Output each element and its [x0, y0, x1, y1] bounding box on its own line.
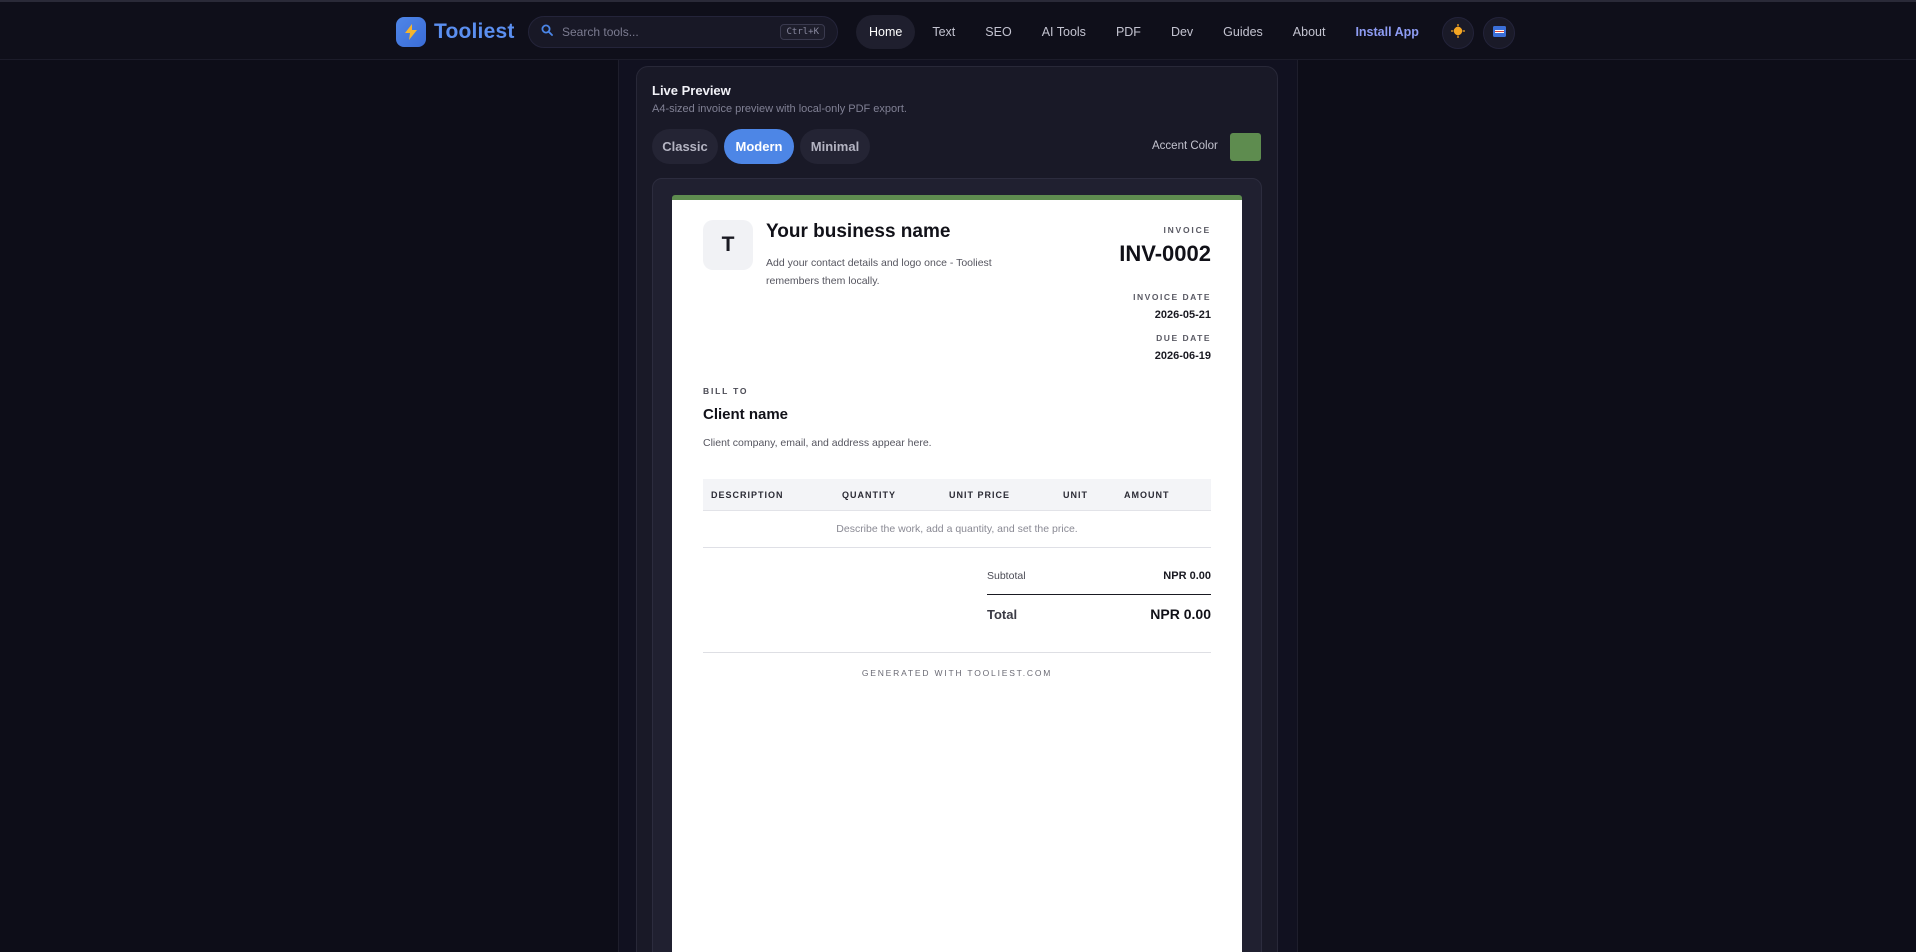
nav-dev[interactable]: Dev — [1158, 15, 1206, 49]
theme-toggle-button[interactable] — [1442, 17, 1474, 49]
template-modern-button[interactable]: Modern — [724, 129, 794, 164]
column-unit-price: UNIT PRICE — [949, 490, 1011, 500]
bolt-icon — [396, 17, 426, 47]
business-logo-placeholder: T — [703, 220, 753, 270]
column-quantity: QUANTITY — [842, 490, 896, 500]
search-shortcut-hint: Ctrl+K — [780, 24, 825, 40]
client-name: Client name — [703, 406, 789, 423]
nav-text[interactable]: Text — [919, 15, 968, 49]
line-items-header: DESCRIPTION QUANTITY UNIT PRICE UNIT AMO… — [703, 479, 1211, 511]
app-logo-link[interactable]: Tooliest — [396, 17, 515, 47]
footer-divider — [703, 652, 1211, 653]
total-value: NPR 0.00 — [1150, 606, 1211, 622]
nav-about[interactable]: About — [1280, 15, 1339, 49]
total-label: Total — [987, 607, 1018, 622]
live-preview-subtitle: A4-sized invoice preview with local-only… — [652, 103, 907, 115]
invoice-date: 2026-05-21 — [1154, 309, 1211, 321]
language-flag-icon — [1492, 24, 1506, 42]
invoice-label: INVOICE — [1163, 225, 1211, 235]
line-items-empty-row: Describe the work, add a quantity, and s… — [703, 511, 1211, 548]
invoice-date-label: INVOICE DATE — [1133, 292, 1211, 302]
top-navigation-bar: Tooliest Search tools... Ctrl+K Home Tex… — [0, 0, 1916, 60]
invoice-number: INV-0002 — [1119, 241, 1211, 266]
live-preview-title: Live Preview — [652, 83, 731, 98]
client-details-hint: Client company, email, and address appea… — [703, 437, 932, 449]
due-date: 2026-06-19 — [1154, 350, 1211, 362]
nav-guides[interactable]: Guides — [1210, 15, 1276, 49]
column-unit: UNIT — [1063, 490, 1088, 500]
nav-home[interactable]: Home — [856, 15, 916, 49]
app-name: Tooliest — [434, 20, 515, 43]
main-nav: Home Text SEO AI Tools PDF Dev Guides Ab… — [856, 15, 1432, 49]
nav-ai-tools[interactable]: AI Tools — [1029, 15, 1099, 49]
bill-to-label: BILL TO — [703, 386, 749, 396]
business-name: Your business name — [766, 221, 951, 242]
due-date-label: DUE DATE — [1156, 333, 1211, 343]
sun-icon — [1450, 23, 1466, 43]
column-amount: AMOUNT — [1124, 490, 1170, 500]
search-placeholder: Search tools... — [562, 25, 639, 39]
invoice-footer: GENERATED WITH TOOLIEST.COM — [861, 668, 1053, 678]
subtotal-label: Subtotal — [987, 570, 1026, 582]
language-button[interactable] — [1483, 17, 1515, 49]
invoice-paper: T Your business name Add your contact de… — [672, 195, 1242, 952]
search-icon — [541, 23, 553, 41]
business-contact-hint: Add your contact details and logo once -… — [766, 257, 992, 287]
column-description: DESCRIPTION — [711, 490, 784, 500]
template-classic-button[interactable]: Classic — [652, 129, 718, 164]
nav-pdf[interactable]: PDF — [1103, 15, 1154, 49]
nav-seo[interactable]: SEO — [972, 15, 1024, 49]
accent-color-picker[interactable] — [1230, 133, 1261, 161]
total-divider — [987, 594, 1211, 595]
search-input[interactable]: Search tools... Ctrl+K — [528, 16, 838, 48]
subtotal-value: NPR 0.00 — [1163, 570, 1211, 582]
template-minimal-button[interactable]: Minimal — [800, 129, 870, 164]
install-app-button[interactable]: Install App — [1342, 15, 1431, 49]
accent-color-label: Accent Color — [1152, 140, 1218, 152]
